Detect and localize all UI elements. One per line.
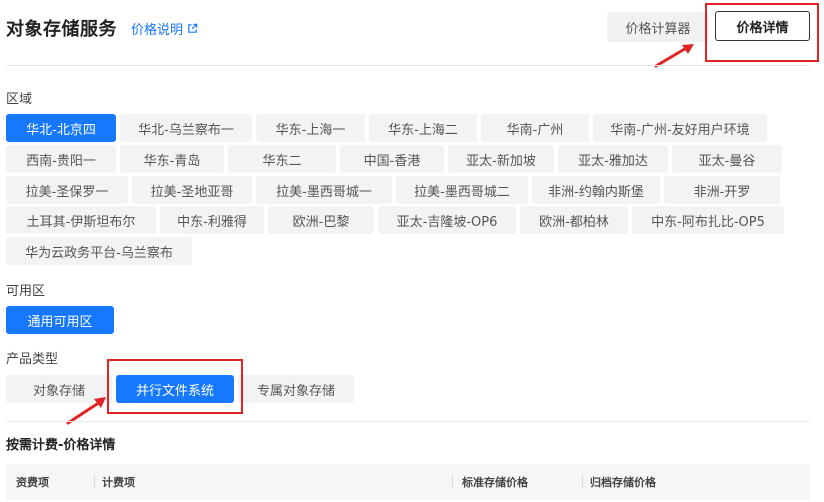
column-header: 计费项 xyxy=(102,476,135,489)
product-chip[interactable]: 专属对象存储 xyxy=(238,375,354,403)
region-chip[interactable]: 中国-香港 xyxy=(340,145,444,173)
price-explanation-link[interactable]: 价格说明 xyxy=(131,19,198,38)
column-separator xyxy=(582,475,583,489)
region-chip[interactable]: 华南-广州-友好用户环境 xyxy=(593,114,767,142)
region-chip[interactable]: 西南-贵阳一 xyxy=(6,145,116,173)
region-chip[interactable]: 中东-阿布扎比-OP5 xyxy=(632,206,784,234)
region-label: 区域 xyxy=(6,92,33,107)
region-chip[interactable]: 亚太-曼谷 xyxy=(672,145,782,173)
region-chip-selected[interactable]: 华北-北京四 xyxy=(6,114,116,142)
region-chip[interactable]: 华南-广州 xyxy=(481,114,589,142)
external-link-icon xyxy=(188,23,198,33)
az-chip-selected[interactable]: 通用可用区 xyxy=(6,306,114,334)
region-chip[interactable]: 中东-利雅得 xyxy=(160,206,264,234)
region-chip[interactable]: 拉美-墨西哥城二 xyxy=(396,176,528,204)
column-separator xyxy=(452,475,453,489)
az-label: 可用区 xyxy=(6,284,46,299)
region-chip[interactable]: 亚太-吉隆坡-OP6 xyxy=(378,206,516,234)
page-title: 对象存储服务 xyxy=(6,19,117,40)
red-arrow-icon xyxy=(66,397,106,425)
region-chip[interactable]: 华东-上海一 xyxy=(256,114,365,142)
region-chip[interactable]: 亚太-新加坡 xyxy=(448,145,554,173)
region-chip[interactable]: 欧洲-都柏林 xyxy=(520,206,628,234)
region-chip[interactable]: 非洲-约翰内斯堡 xyxy=(532,176,660,204)
highlight-box-parallel-fs xyxy=(107,359,243,414)
region-chip[interactable]: 亚太-雅加达 xyxy=(558,145,668,173)
region-chip[interactable]: 华东-上海二 xyxy=(369,114,477,142)
column-header: 标准存储价格 xyxy=(462,476,528,489)
pricing-table-header: 资费项 计费项 标准存储价格 归档存储价格 xyxy=(6,464,810,500)
region-chip[interactable]: 华东二 xyxy=(228,145,336,173)
page-header: 对象存储服务 价格说明 xyxy=(6,14,198,42)
header-divider xyxy=(6,65,810,66)
region-chip[interactable]: 华东-青岛 xyxy=(120,145,224,173)
region-chip[interactable]: 华北-乌兰察布一 xyxy=(120,114,252,142)
region-chip[interactable]: 欧洲-巴黎 xyxy=(268,206,374,234)
column-header: 资费项 xyxy=(16,476,49,489)
region-chip[interactable]: 非洲-开罗 xyxy=(664,176,780,204)
region-chip[interactable]: 拉美-墨西哥城一 xyxy=(256,176,392,204)
column-separator xyxy=(94,475,95,489)
pricing-section-title: 按需计费-价格详情 xyxy=(6,438,116,453)
column-header: 归档存储价格 xyxy=(590,476,656,489)
price-explanation-label: 价格说明 xyxy=(131,22,184,38)
section-divider xyxy=(6,421,810,422)
price-calculator-button[interactable]: 价格计算器 xyxy=(607,12,709,42)
region-chip[interactable]: 华为云政务平台-乌兰察布 xyxy=(6,237,192,265)
region-chip[interactable]: 拉美-圣地亚哥 xyxy=(132,176,252,204)
region-chip[interactable]: 拉美-圣保罗一 xyxy=(6,176,128,204)
product-type-label: 产品类型 xyxy=(6,352,59,367)
highlight-box-price-detail xyxy=(705,3,819,62)
region-chip[interactable]: 土耳其-伊斯坦布尔 xyxy=(6,206,156,234)
